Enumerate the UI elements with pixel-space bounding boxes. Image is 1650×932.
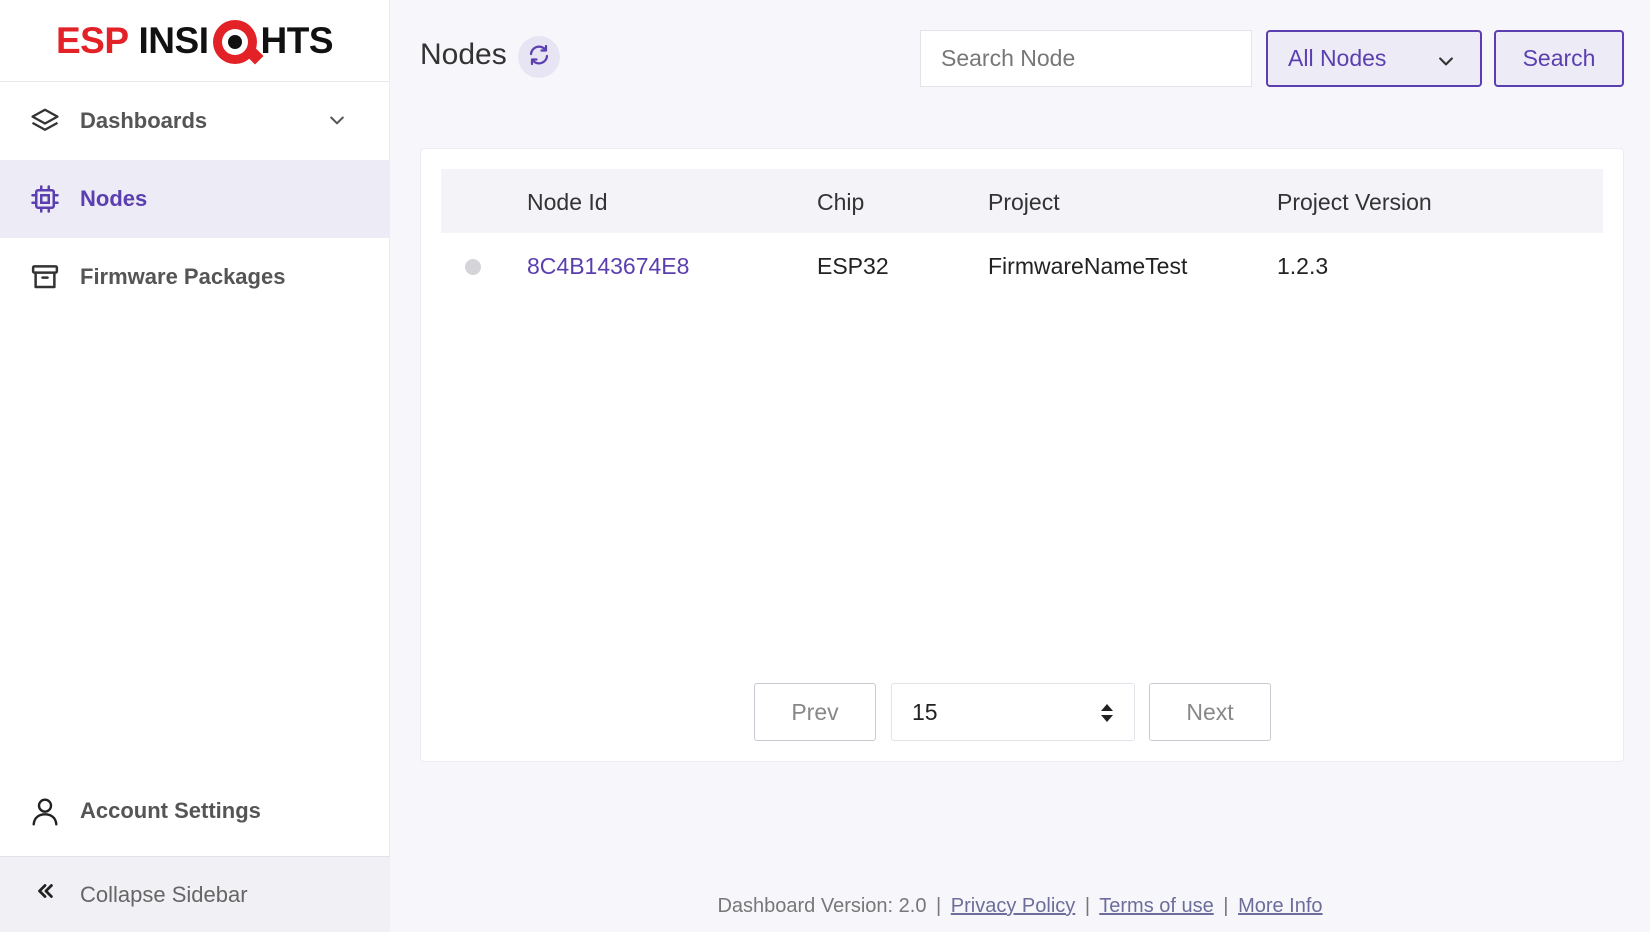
column-header-node-id[interactable]: Node Id [527, 189, 608, 216]
status-dot-icon [465, 259, 481, 275]
node-filter-value: All Nodes [1288, 45, 1387, 71]
more-info-link[interactable]: More Info [1238, 895, 1322, 917]
logo-hts: HTS [260, 19, 334, 61]
layers-icon [28, 104, 62, 138]
terms-of-use-link[interactable]: Terms of use [1099, 895, 1213, 917]
logo-eye-icon [212, 19, 263, 64]
nodes-table-card: Node Id Chip Project Project Version 8C4… [420, 148, 1624, 762]
privacy-policy-link[interactable]: Privacy Policy [951, 895, 1075, 917]
sidebar-item-label: Nodes [80, 186, 148, 211]
chevron-down-icon[interactable] [327, 110, 347, 136]
sidebar-item-nodes[interactable]: Nodes [0, 160, 389, 238]
sidebar-item-label: Dashboards [80, 108, 208, 133]
logo-text: ESP INSI HTS [55, 19, 334, 64]
sidebar-item-label: Firmware Packages [80, 264, 286, 289]
collapse-sidebar-label: Collapse Sidebar [80, 881, 248, 907]
column-header-project[interactable]: Project [988, 189, 1060, 216]
chevron-down-icon [1436, 50, 1456, 77]
search-input[interactable] [920, 30, 1252, 87]
archive-icon [28, 260, 62, 294]
logo-insi: INSI [138, 19, 209, 61]
node-filter-select[interactable]: All Nodes [1266, 30, 1482, 87]
account-settings-label: Account Settings [80, 798, 261, 823]
column-header-project-version[interactable]: Project Version [1277, 189, 1432, 216]
version-cell: 1.2.3 [1277, 253, 1329, 279]
node-id-link[interactable]: 8C4B143674E8 [527, 253, 689, 280]
column-header-chip[interactable]: Chip [817, 189, 864, 216]
dashboard-version: Dashboard Version: 2.0 [717, 895, 927, 917]
prev-button[interactable]: Prev [754, 683, 876, 741]
page-size-select[interactable]: 15 [891, 683, 1135, 741]
user-icon [28, 794, 62, 828]
footer-separator: | [1084, 895, 1091, 917]
refresh-icon [527, 43, 551, 72]
collapse-sidebar-button[interactable]: Collapse Sidebar [0, 856, 390, 932]
chip-icon [28, 182, 62, 216]
double-chevron-left-icon [34, 880, 60, 909]
main-content: Nodes All Nodes Search Node Id Chip Proj… [390, 0, 1650, 932]
logo-esp: ESP [55, 19, 129, 61]
search-button[interactable]: Search [1494, 30, 1624, 87]
footer-separator: | [1223, 895, 1229, 917]
footer: Dashboard Version: 2.0 | Privacy Policy … [390, 895, 1650, 918]
sidebar-item-dashboards[interactable]: Dashboards [0, 82, 389, 160]
chip-cell: ESP32 [817, 253, 889, 279]
table-row[interactable]: 8C4B143674E8 ESP32 FirmwareNameTest 1.2.… [441, 233, 1603, 297]
footer-separator: | [936, 895, 942, 917]
logo[interactable]: ESP INSI HTS [0, 0, 389, 82]
sidebar-item-firmware-packages[interactable]: Firmware Packages [0, 238, 389, 316]
sort-updown-icon [1100, 702, 1114, 730]
page-title: Nodes [420, 38, 507, 71]
project-cell: FirmwareNameTest [988, 253, 1188, 279]
sidebar: ESP INSI HTS Dashboards Nodes Firmware P… [0, 0, 390, 932]
sidebar-item-account-settings[interactable]: Account Settings [0, 772, 390, 850]
next-button[interactable]: Next [1149, 683, 1271, 741]
refresh-button[interactable] [518, 36, 560, 78]
table-header: Node Id Chip Project Project Version [441, 169, 1603, 233]
page-size-value: 15 [912, 698, 938, 725]
